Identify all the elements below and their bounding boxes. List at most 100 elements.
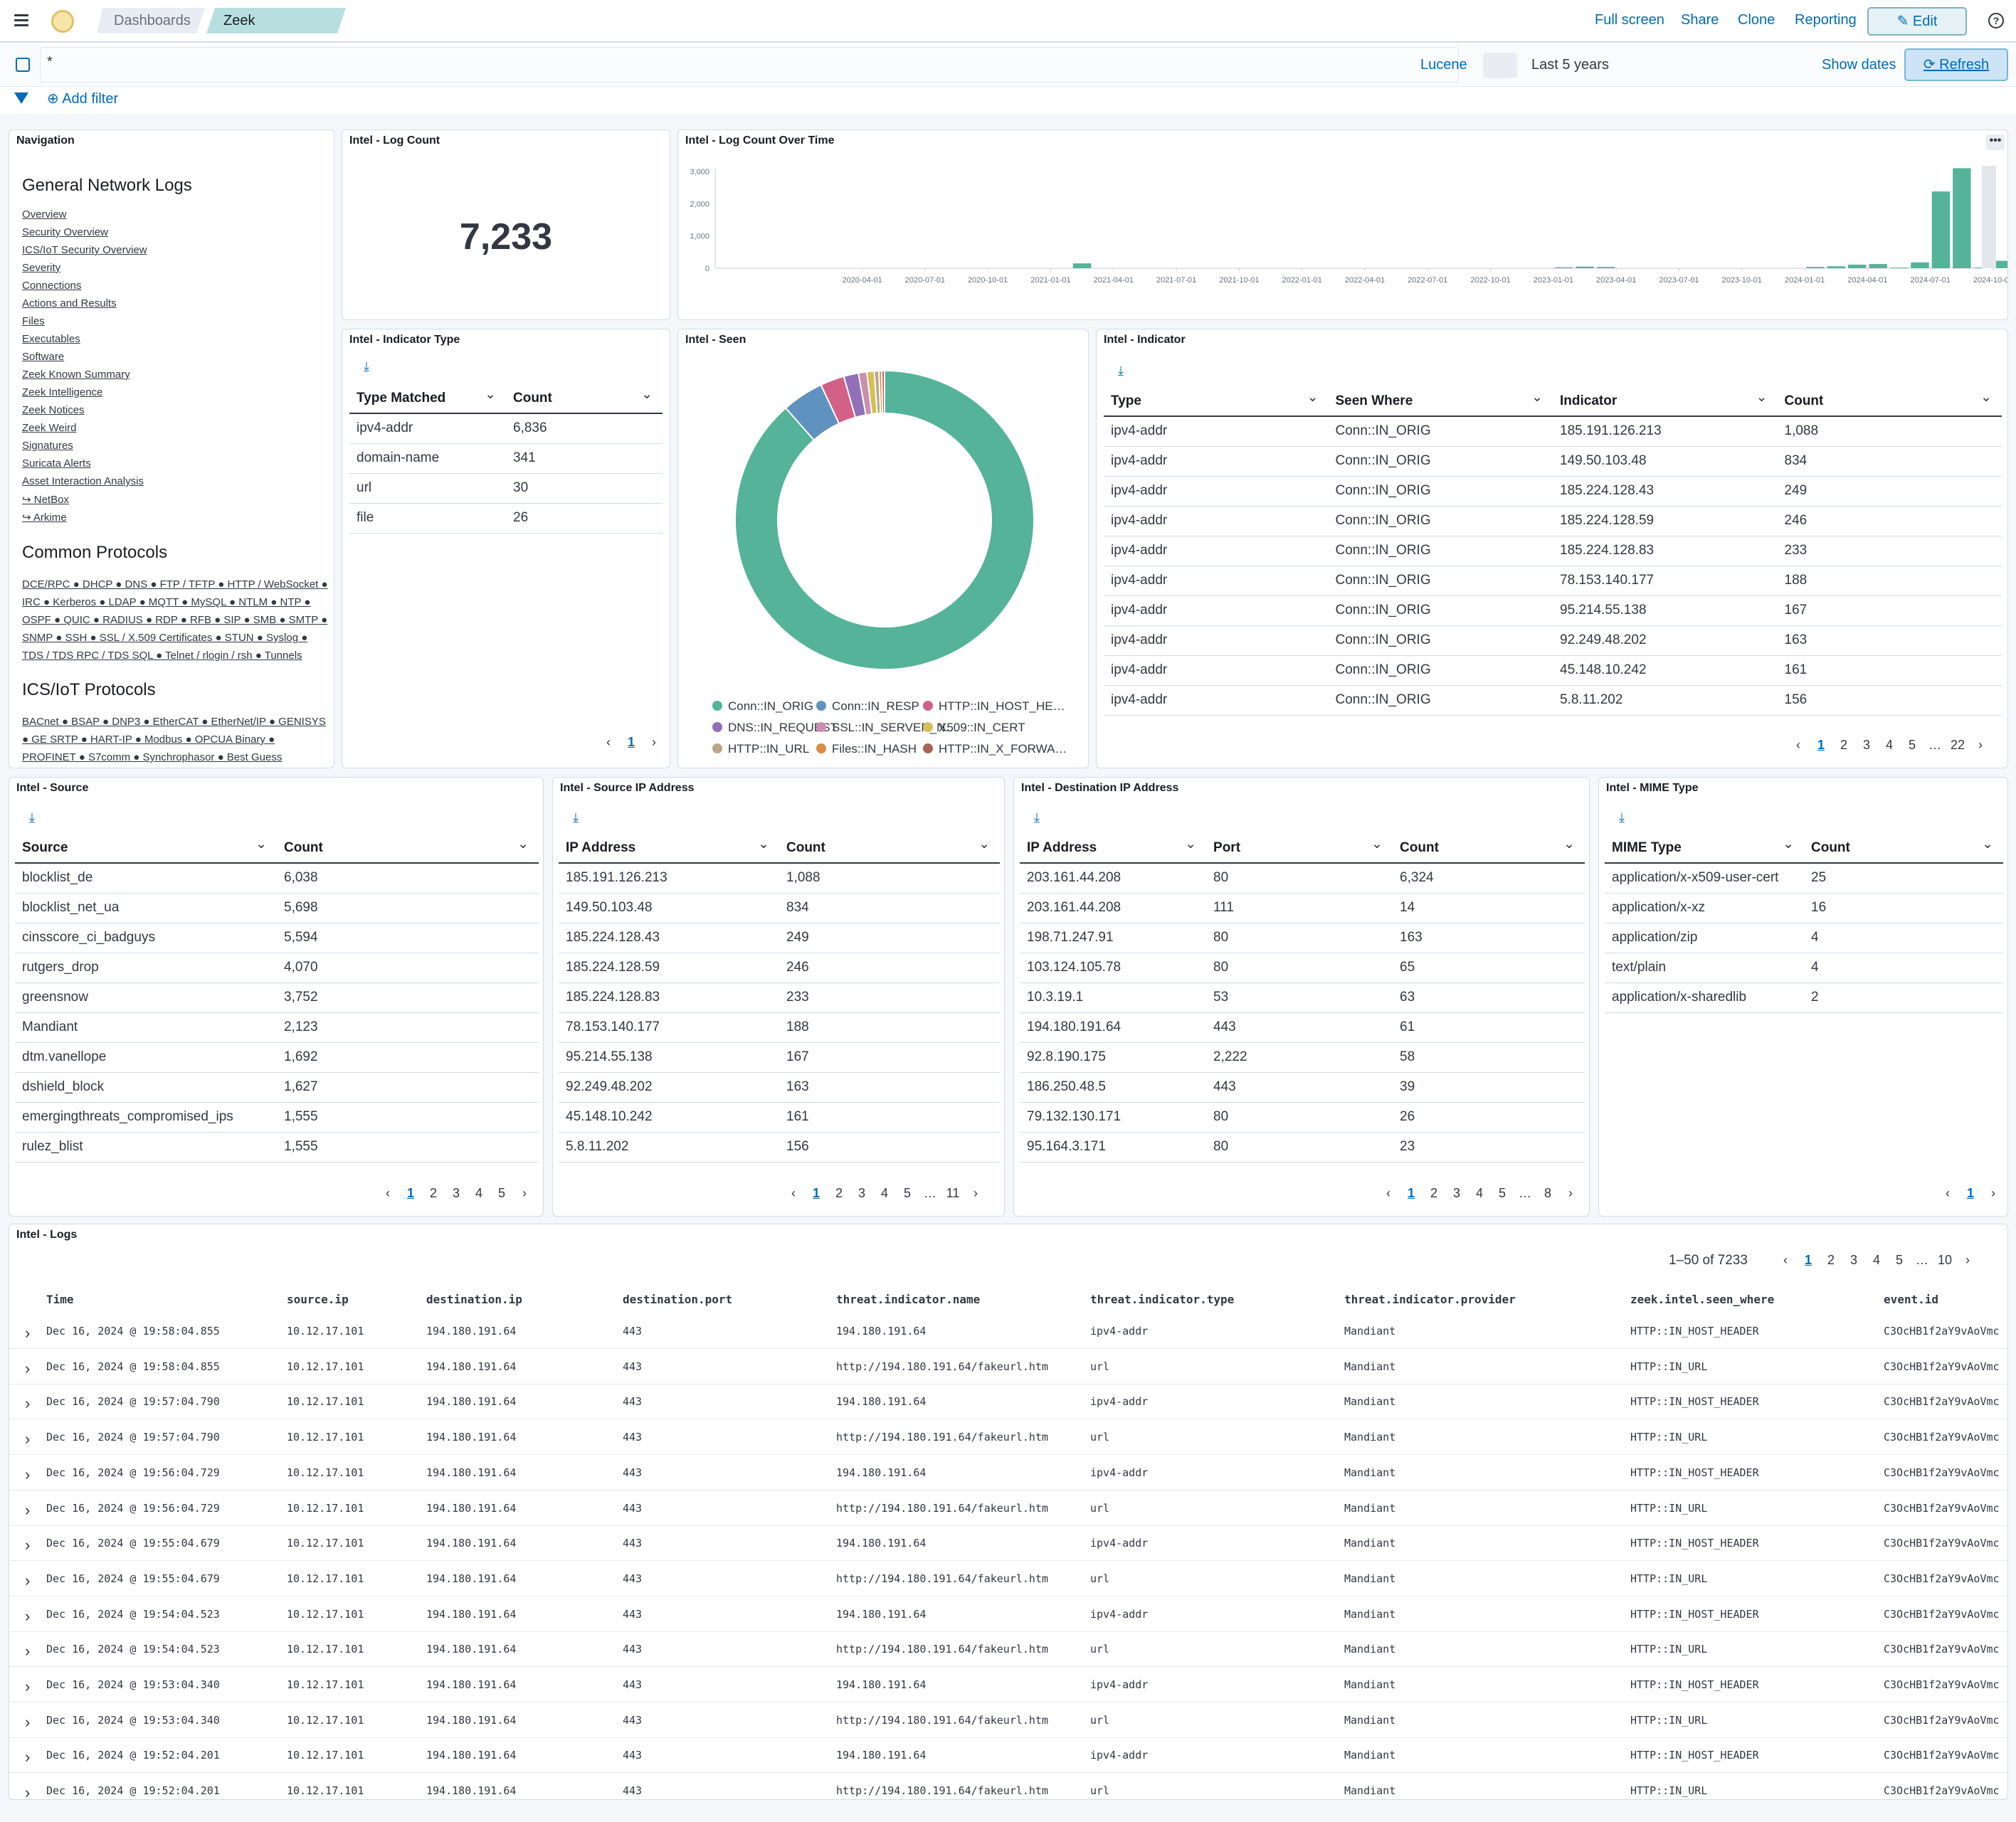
- table-row[interactable]: › Dec 16, 2024 @ 19:57:04.790 10.12.17.101…: [9, 1420, 2007, 1456]
- prev-page-icon[interactable]: ‹: [597, 735, 620, 750]
- query-input[interactable]: [40, 47, 1459, 83]
- page-link[interactable]: 1: [1797, 1253, 1820, 1268]
- ics-protocol-line[interactable]: ● GE SRTP ● HART-IP ● Modbus ● OPCUA Bin…: [22, 731, 328, 748]
- column-header[interactable]: zeek.intel.seen_where: [1630, 1293, 1774, 1306]
- page-link[interactable]: 4: [1468, 1186, 1491, 1201]
- table-row[interactable]: › Dec 16, 2024 @ 19:52:04.201 10.12.17.101…: [9, 1738, 2007, 1774]
- download-icon[interactable]: ⤓: [1118, 364, 1129, 377]
- expand-row-icon[interactable]: ›: [25, 1536, 30, 1554]
- column-header[interactable]: source.ip: [287, 1293, 349, 1306]
- page-link[interactable]: 1: [1400, 1186, 1423, 1201]
- page-link[interactable]: 5: [896, 1186, 919, 1201]
- nav-link[interactable]: Signatures: [22, 440, 328, 457]
- menu-icon[interactable]: [13, 12, 30, 29]
- next-page-icon[interactable]: ›: [1969, 738, 1992, 753]
- column-header[interactable]: MIME Type: [1605, 833, 1804, 864]
- nav-link[interactable]: ↪ Arkime: [22, 511, 328, 529]
- refresh-button[interactable]: ⟳ Refresh: [1904, 48, 2008, 81]
- legend-item[interactable]: Conn::IN_RESP: [816, 699, 919, 714]
- expand-row-icon[interactable]: ›: [25, 1784, 30, 1799]
- column-header[interactable]: Source: [15, 833, 277, 864]
- table-row[interactable]: › Dec 16, 2024 @ 19:57:04.790 10.12.17.101…: [9, 1384, 2007, 1420]
- common-protocol-line[interactable]: OSPF ● QUIC ● RADIUS ● RDP ● RFB ● SIP ●…: [22, 611, 328, 629]
- expand-row-icon[interactable]: ›: [25, 1394, 30, 1413]
- table-row[interactable]: › Dec 16, 2024 @ 19:53:04.340 10.12.17.101…: [9, 1703, 2007, 1738]
- prev-page-icon[interactable]: ‹: [1787, 738, 1810, 753]
- column-header[interactable]: Indicator: [1553, 386, 1778, 417]
- column-header[interactable]: destination.ip: [426, 1293, 522, 1306]
- column-header[interactable]: Count: [277, 833, 539, 864]
- nav-link[interactable]: Zeek Intelligence: [22, 386, 328, 404]
- expand-row-icon[interactable]: ›: [25, 1572, 30, 1590]
- common-protocol-line[interactable]: SNMP ● SSH ● SSL / X.509 Certificates ● …: [22, 629, 328, 647]
- page-link[interactable]: 3: [850, 1186, 873, 1201]
- add-filter-button[interactable]: Add filter: [47, 90, 118, 107]
- reporting-link[interactable]: Reporting: [1795, 12, 1857, 28]
- share-link[interactable]: Share: [1681, 12, 1719, 28]
- page-link[interactable]: 3: [1842, 1253, 1865, 1268]
- legend-item[interactable]: HTTP::IN_HOST_HE…: [923, 699, 1065, 714]
- column-header[interactable]: Count: [506, 383, 663, 414]
- expand-row-icon[interactable]: ›: [25, 1430, 30, 1448]
- common-protocol-line[interactable]: TDS / TDS RPC / TDS SQL ● Telnet / rlogi…: [22, 647, 328, 664]
- full-screen-link[interactable]: Full screen: [1595, 12, 1664, 28]
- nav-link[interactable]: Suricata Alerts: [22, 457, 328, 475]
- page-link[interactable]: …: [919, 1186, 941, 1201]
- donut-slice[interactable]: [735, 371, 1034, 669]
- column-header[interactable]: Type: [1104, 386, 1329, 417]
- next-page-icon[interactable]: ›: [1982, 1186, 2005, 1201]
- nav-link[interactable]: Executables: [22, 333, 328, 351]
- page-link[interactable]: 5: [1888, 1253, 1911, 1268]
- download-icon[interactable]: ⤓: [573, 811, 584, 824]
- page-link[interactable]: …: [1514, 1186, 1536, 1201]
- nav-link[interactable]: Connections: [22, 280, 328, 297]
- nav-link[interactable]: Asset Interaction Analysis: [22, 475, 328, 493]
- page-link[interactable]: 10: [1933, 1253, 1956, 1268]
- page-link[interactable]: 8: [1536, 1186, 1559, 1201]
- table-row[interactable]: › Dec 16, 2024 @ 19:54:04.523 10.12.17.101…: [9, 1597, 2007, 1632]
- download-icon[interactable]: ⤓: [364, 360, 375, 373]
- column-header[interactable]: IP Address: [1020, 833, 1207, 864]
- legend-item[interactable]: HTTP::IN_URL: [712, 742, 809, 756]
- nav-link[interactable]: Actions and Results: [22, 297, 328, 315]
- page-link[interactable]: 22: [1946, 738, 1969, 753]
- ics-protocol-line[interactable]: BACnet ● BSAP ● DNP3 ● EtherCAT ● EtherN…: [22, 713, 328, 731]
- next-page-icon[interactable]: ›: [643, 735, 665, 750]
- column-header[interactable]: Seen Where: [1328, 386, 1553, 417]
- page-link[interactable]: 4: [468, 1186, 490, 1201]
- date-range-label[interactable]: Last 5 years: [1531, 57, 1609, 73]
- nav-link[interactable]: Security Overview: [22, 226, 328, 244]
- page-link[interactable]: 2: [828, 1186, 850, 1201]
- column-header[interactable]: threat.indicator.name: [836, 1293, 980, 1306]
- table-row[interactable]: › Dec 16, 2024 @ 19:58:04.855 10.12.17.101…: [9, 1314, 2007, 1349]
- page-link[interactable]: 3: [1445, 1186, 1468, 1201]
- prev-page-icon[interactable]: ‹: [782, 1186, 805, 1201]
- show-dates-link[interactable]: Show dates: [1822, 57, 1896, 73]
- common-protocol-line[interactable]: DCE/RPC ● DHCP ● DNS ● FTP / TFTP ● HTTP…: [22, 576, 328, 593]
- expand-row-icon[interactable]: ›: [25, 1678, 30, 1696]
- download-icon[interactable]: ⤓: [29, 811, 41, 824]
- download-icon[interactable]: ⤓: [1619, 811, 1630, 824]
- table-row[interactable]: › Dec 16, 2024 @ 19:55:04.679 10.12.17.101…: [9, 1562, 2007, 1596]
- page-link[interactable]: 2: [1820, 1253, 1842, 1268]
- table-row[interactable]: › Dec 16, 2024 @ 19:56:04.729 10.12.17.101…: [9, 1491, 2007, 1526]
- column-header[interactable]: Count: [779, 833, 1000, 864]
- table-row[interactable]: › Dec 16, 2024 @ 19:56:04.729 10.12.17.101…: [9, 1456, 2007, 1490]
- legend-item[interactable]: X509::IN_CERT: [923, 721, 1025, 735]
- column-header[interactable]: Count: [1777, 386, 2002, 417]
- nav-link[interactable]: Zeek Known Summary: [22, 369, 328, 386]
- breadcrumb-dashboards[interactable]: Dashboards: [97, 8, 205, 33]
- download-icon[interactable]: ⤓: [1034, 811, 1045, 824]
- app-logo[interactable]: [51, 10, 74, 33]
- page-link[interactable]: 1: [399, 1186, 422, 1201]
- nav-link[interactable]: Software: [22, 351, 328, 369]
- column-header[interactable]: threat.indicator.type: [1090, 1293, 1234, 1306]
- common-protocol-line[interactable]: IRC ● Kerberos ● LDAP ● MQTT ● MySQL ● N…: [22, 593, 328, 611]
- help-icon[interactable]: ?: [1988, 13, 2004, 28]
- nav-link[interactable]: ↪ NetBox: [22, 493, 328, 511]
- page-link[interactable]: 2: [422, 1186, 445, 1201]
- clone-link[interactable]: Clone: [1738, 12, 1775, 28]
- column-header[interactable]: Count: [1393, 833, 1585, 864]
- nav-link[interactable]: Files: [22, 315, 328, 333]
- page-link[interactable]: 1: [1959, 1186, 1982, 1201]
